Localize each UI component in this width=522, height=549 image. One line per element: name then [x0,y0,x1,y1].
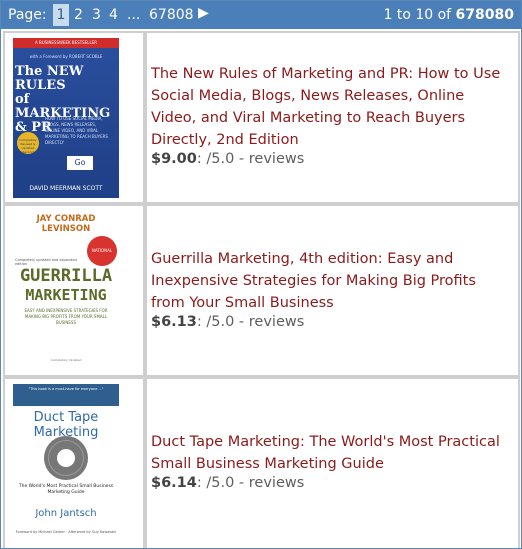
go-button-graphic: Go [67,156,93,170]
info-cell: The New Rules of Marketing and PR: How t… [147,33,518,202]
edition-seal: Completely Revised & Updated Second Edit… [17,132,39,158]
product-meta: $9.00: /5.0 - reviews [151,151,304,167]
page-label: Page: [8,7,47,23]
cover-subtitle: The World's Most Practical Small Busines… [18,484,114,495]
cover-cell: "This book is a must-have for everyone .… [5,379,143,548]
product-title-link[interactable]: Guerrilla Marketing, 4th edition: Easy a… [151,248,510,314]
range-text: 1 to 10 of [383,7,452,23]
info-cell: Duct Tape Marketing: The World's Most Pr… [147,379,518,548]
reviews-link[interactable]: reviews [249,314,305,330]
cover-cell: A BUSINESSWEEK BESTSELLER with a Forewor… [5,33,143,202]
cover-quote-band: "This book is a must-have for everyone .… [13,384,119,406]
page-link-last[interactable]: 67808 [149,7,194,23]
product-price: $9.00 [151,151,197,167]
list-item: A BUSINESSWEEK BESTSELLER with a Forewor… [3,31,520,204]
cover-edition-note: Completely updated and expanded edition [15,258,77,266]
product-meta: $6.13: /5.0 - reviews [151,314,304,330]
pagination-bar: Page: 1 2 3 4 ... 67808 ▶ 1 to 10 of 678… [1,1,521,29]
cover-quote: "This book is a must-have for everyone .… [28,387,104,391]
rating-text: : /5.0 - [196,314,245,330]
cover-author: John Jantsch [35,508,97,519]
cover-top-tag: A BUSINESSWEEK BESTSELLER [13,38,119,48]
cover-bottom-note: Completely Updated [50,358,82,362]
page-ellipsis: ... [127,7,141,23]
rating-text: : /5.0 - [196,475,245,491]
list-item: "This book is a must-have for everyone .… [3,377,520,548]
cover-foreword: Foreword by Michael Gerber · Afterword b… [15,530,117,534]
info-cell: Guerrilla Marketing, 4th edition: Easy a… [147,206,518,375]
cover-subtitle: EASY AND INEXPENSIVE STRATEGIES FOR MAKI… [24,308,108,325]
rating-text: : /5.0 - [196,151,245,167]
product-price: $6.13 [151,314,197,330]
list-item: JAY CONRAD LEVINSON NATIONAL BESTSELLER … [3,204,520,377]
cover-title-line-2: MARKETING [25,286,107,304]
book-cover-image[interactable]: A BUSINESSWEEK BESTSELLER with a Forewor… [13,38,119,198]
results-panel: Page: 1 2 3 4 ... 67808 ▶ 1 to 10 of 678… [0,0,522,549]
bestseller-badge: NATIONAL BESTSELLER [87,236,117,283]
cover-foreword: with a Foreword by ROBERT SCOBLE [29,54,103,59]
reviews-link[interactable]: reviews [249,475,305,491]
cover-author: DAVID MEERMAN SCOTT [29,185,103,192]
book-cover-image[interactable]: JAY CONRAD LEVINSON NATIONAL BESTSELLER … [13,210,119,370]
reviews-link[interactable]: reviews [249,151,305,167]
result-range: 1 to 10 of 678080 [383,7,514,23]
cover-blurb: HOW TO USE SOCIAL MEDIA, BLOGS, NEWS REL… [45,116,108,145]
current-page: 1 [53,4,69,26]
page-link-3[interactable]: 3 [92,7,101,23]
cover-cell: JAY CONRAD LEVINSON NATIONAL BESTSELLER … [5,206,143,375]
cover-author: JAY CONRAD LEVINSON [36,214,96,234]
page-link-4[interactable]: 4 [109,7,118,23]
duct-tape-roll-icon [44,436,88,480]
book-cover-image[interactable]: "This book is a must-have for everyone .… [13,384,119,544]
result-total: 678080 [455,7,514,23]
next-page-icon[interactable]: ▶ [198,5,209,21]
cover-title-line-1: GUERRILLA [19,266,113,286]
product-meta: $6.14: /5.0 - reviews [151,475,304,491]
product-title-link[interactable]: The New Rules of Marketing and PR: How t… [151,63,510,151]
product-price: $6.14 [151,475,197,491]
page-link-2[interactable]: 2 [74,7,83,23]
product-title-link[interactable]: Duct Tape Marketing: The World's Most Pr… [151,431,510,475]
